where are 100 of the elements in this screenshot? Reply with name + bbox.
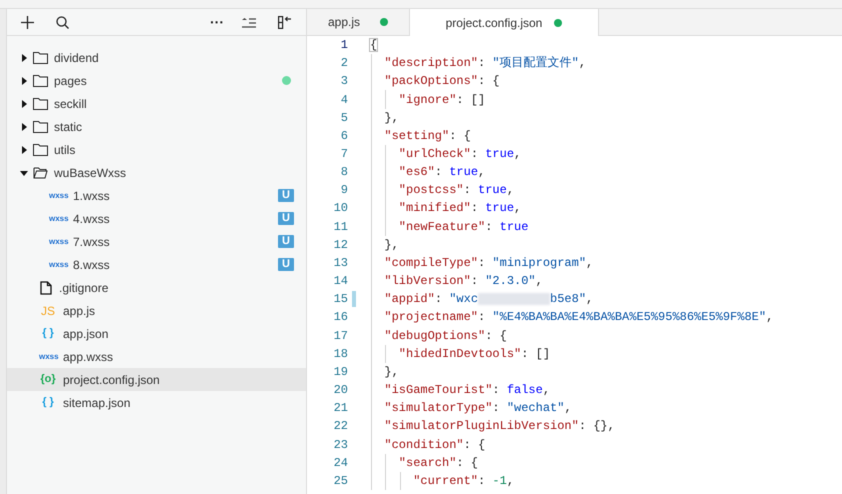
- caret-icon: [20, 76, 28, 84]
- line-number: 25: [334, 472, 349, 489]
- line-number: 5: [340, 110, 349, 126]
- line-number: 4: [340, 92, 349, 108]
- line-number: 9: [340, 182, 349, 198]
- line-number: 19: [334, 364, 349, 380]
- folder-name: utils: [54, 142, 76, 158]
- folder-icon: [33, 166, 48, 179]
- file-item[interactable]: wxss app.wxss: [7, 345, 306, 368]
- untracked-badge: U: [278, 235, 294, 248]
- caret-icon: [20, 100, 28, 108]
- line-number: 16: [334, 309, 349, 326]
- folder-icon: [33, 97, 48, 110]
- line-number: 2: [340, 55, 349, 72]
- file-name: 8.wxss: [73, 256, 110, 274]
- file-item[interactable]: .gitignore: [7, 276, 306, 299]
- code-line: {: [370, 39, 378, 52]
- folder-item[interactable]: dividend: [7, 46, 306, 69]
- line-number: 17: [334, 328, 349, 344]
- file-name: app.wxss: [63, 348, 114, 366]
- code-line: "appid": "wxc b5e8",: [384, 293, 594, 306]
- code-line: "postcss": true,: [398, 184, 514, 196]
- code-line: "libVersion": "2.3.0",: [384, 275, 543, 288]
- file-item[interactable]: wxss 7.wxss U: [7, 230, 306, 253]
- file-item[interactable]: wxss 4.wxss U: [7, 207, 306, 230]
- code-line: "hidedInDevtools": []: [398, 348, 550, 360]
- code-line: "packOptions": {: [384, 75, 500, 88]
- file-item[interactable]: {o} project.config.json: [7, 368, 306, 391]
- line-number: 1: [340, 37, 349, 54]
- untracked-badge: U: [278, 212, 294, 225]
- untracked-badge: U: [278, 258, 294, 271]
- line-number: 18: [334, 346, 349, 362]
- collapse-list-icon[interactable]: [242, 16, 256, 28]
- folder-item[interactable]: utils: [7, 138, 306, 161]
- folder-name: dividend: [54, 50, 99, 66]
- caret-icon: [20, 146, 28, 154]
- file-name: project.config.json: [63, 372, 160, 388]
- file-item[interactable]: wxss 1.wxss U: [7, 184, 306, 207]
- line-number: 24: [334, 454, 349, 471]
- folder-item[interactable]: seckill: [7, 92, 306, 115]
- code-line: "newFeature": true: [398, 220, 528, 233]
- file-name: 7.wxss: [73, 234, 110, 250]
- line-number: 8: [340, 164, 349, 180]
- code-line: "compileType": "miniprogram",: [384, 256, 594, 269]
- folder-item[interactable]: static: [7, 115, 306, 138]
- file-type-icon: JS: [39, 304, 57, 316]
- line-number: 10: [334, 200, 349, 216]
- line-number: 23: [334, 436, 349, 453]
- line-number: 3: [340, 73, 349, 90]
- code-line: "simulatorType": "wechat",: [384, 402, 572, 414]
- folder-icon: [33, 120, 48, 133]
- file-name: app.js: [63, 302, 96, 320]
- file-type-icon: { }: [39, 328, 57, 339]
- search-icon[interactable]: [56, 16, 69, 28]
- editor-tab[interactable]: project.config.json: [410, 9, 599, 36]
- line-number: 22: [334, 418, 349, 434]
- line-number: 21: [334, 400, 349, 416]
- line-number: 15: [334, 291, 356, 308]
- file-item[interactable]: { } app.json: [7, 322, 306, 345]
- line-number: 11: [334, 218, 349, 235]
- file-name: .gitignore: [59, 280, 108, 296]
- file-name: sitemap.json: [63, 394, 130, 412]
- document-icon: [40, 280, 52, 294]
- folder-item[interactable]: pages: [7, 69, 306, 92]
- code-line: "urlCheck": true,: [398, 148, 522, 160]
- collapse-panel-icon[interactable]: [278, 16, 292, 28]
- line-number: 12: [334, 236, 349, 253]
- code-line: "description": "项目配置文件",: [384, 57, 586, 70]
- code-line: },: [384, 366, 399, 378]
- untracked-badge: U: [278, 189, 294, 202]
- code-line: "isGameTourist": false,: [384, 384, 550, 396]
- code-line: "current": -1,: [413, 474, 514, 487]
- folder-name: seckill: [54, 96, 87, 112]
- line-number: 14: [334, 273, 349, 290]
- code-line: "debugOptions": {: [384, 330, 507, 342]
- code-line: "simulatorPluginLibVersion": {},: [384, 420, 615, 432]
- folder-name: pages: [54, 72, 87, 90]
- file-type-icon: wxss: [49, 214, 67, 222]
- folder-name: static: [54, 118, 82, 136]
- file-item[interactable]: wxss 8.wxss U: [7, 253, 306, 276]
- folder-name: wuBaseWxss: [54, 164, 126, 182]
- file-name: 1.wxss: [73, 188, 110, 204]
- more-button[interactable]: ···: [210, 15, 224, 29]
- code-line: "condition": {: [384, 438, 486, 451]
- folder-icon: [33, 51, 48, 64]
- line-number: 6: [340, 128, 349, 144]
- file-item[interactable]: JS app.js: [7, 299, 306, 322]
- code-line: "search": {: [398, 456, 478, 469]
- code-line: },: [384, 112, 399, 124]
- caret-icon: [20, 122, 28, 130]
- folder-icon: [33, 143, 48, 156]
- code-line: },: [384, 238, 399, 251]
- file-item[interactable]: { } sitemap.json: [7, 391, 306, 414]
- file-type-icon: wxss: [49, 192, 67, 200]
- folder-item[interactable]: wuBaseWxss: [7, 161, 306, 184]
- add-icon[interactable]: [21, 16, 34, 28]
- code-line: "minified": true,: [398, 202, 522, 214]
- file-type-icon: { }: [39, 397, 57, 408]
- file-name: app.json: [63, 326, 108, 342]
- folder-icon: [33, 74, 48, 87]
